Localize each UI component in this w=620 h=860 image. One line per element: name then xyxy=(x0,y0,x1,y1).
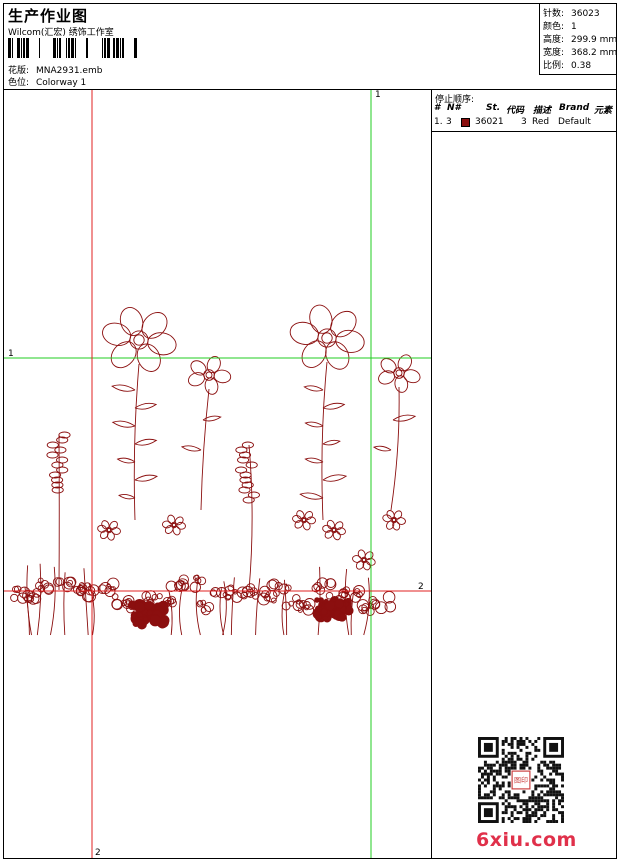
embroidery-design xyxy=(4,90,431,858)
site-watermark: 6xiu.com xyxy=(476,829,577,851)
colorway-value: Colorway 1 xyxy=(36,78,87,88)
qr-code-watermark: 图印 xyxy=(478,737,564,823)
colorway-label: 色位: xyxy=(8,78,30,88)
green-vertical-label: 1 xyxy=(375,90,381,100)
production-sheet: 生产作业图 Wilcom(汇宏) 绣饰工作室 花版: MNA2931.emb 色位… xyxy=(3,3,617,859)
stat-stitches: 针数: 36023 xyxy=(543,9,600,19)
thread-color-swatch xyxy=(461,118,470,127)
panel-divider xyxy=(432,131,617,132)
stop-sequence-row: 1. 3 36021 3 Red Default xyxy=(434,117,591,127)
stop-sequence-header: # N# St. 代码 描述 Brand 元素 xyxy=(434,103,613,116)
colorway-row: 色位: Colorway 1 xyxy=(8,75,86,88)
sheet-title: 生产作业图 xyxy=(8,7,89,25)
stat-width: 宽度: 368.2 mm xyxy=(543,48,618,58)
red-horizontal-label: 2 xyxy=(418,582,424,592)
red-vertical-label: 2 xyxy=(95,848,101,858)
sheet-header: 生产作业图 Wilcom(汇宏) 绣饰工作室 花版: MNA2931.emb 色位… xyxy=(4,4,617,90)
stat-colors: 颜色: 1 xyxy=(543,22,577,32)
stat-scale: 比例: 0.38 xyxy=(543,61,592,71)
stat-height: 高度: 299.9 mm xyxy=(543,35,618,45)
barcode xyxy=(8,38,137,58)
design-canvas: 1 1 2 2 xyxy=(4,90,431,858)
stats-box: 针数: 36023 颜色: 1 高度: 299.9 mm 宽度: 368.2 mm 比例… xyxy=(539,4,617,75)
svg-text:图印: 图印 xyxy=(514,776,528,784)
company-name: Wilcom(汇宏) 绣饰工作室 xyxy=(8,28,114,38)
green-horizontal-label: 1 xyxy=(8,349,14,359)
